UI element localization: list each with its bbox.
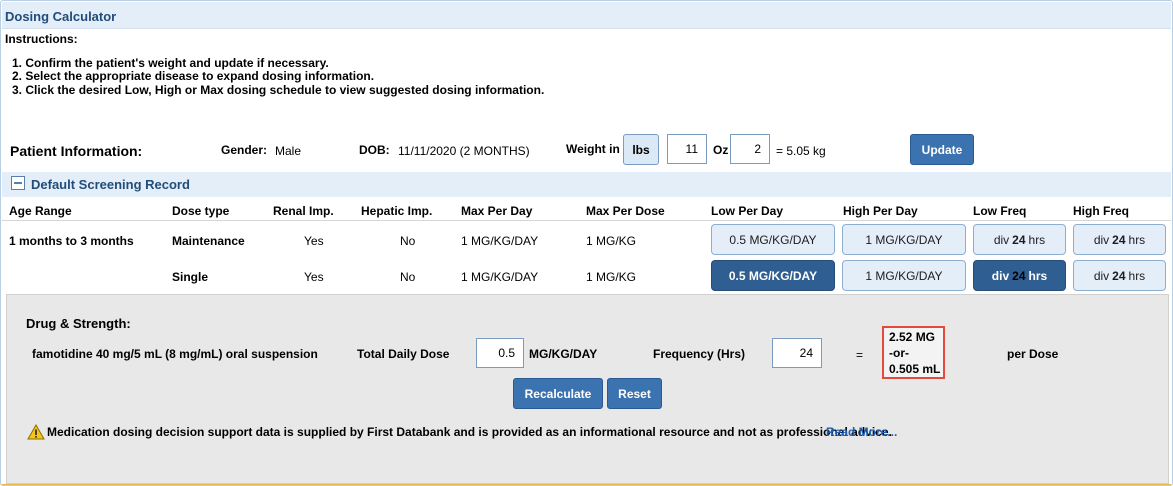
weight-kg-value: = 5.05 kg [776, 144, 826, 158]
row1-low-freq-button[interactable]: div 24 hrs [973, 224, 1066, 255]
record-title[interactable]: Default Screening Record [31, 177, 190, 192]
col-age-range: Age Range [9, 204, 72, 218]
dose-unit-label: MG/KG/DAY [529, 347, 598, 361]
instruction-step-2: 2. Select the appropriate disease to exp… [12, 69, 375, 83]
row1-renal: Yes [304, 234, 324, 248]
header-divider [2, 220, 1171, 221]
title-bar [2, 2, 1171, 29]
row2-max-per-day: 1 MG/KG/DAY [461, 270, 539, 284]
row1-dose-type: Maintenance [172, 234, 245, 248]
drug-name: famotidine 40 mg/5 mL (8 mg/mL) oral sus… [32, 347, 318, 361]
row2-high-freq-button[interactable]: div 24 hrs [1073, 260, 1166, 291]
total-daily-dose-label: Total Daily Dose [357, 347, 450, 361]
freq-number: 24 [1012, 232, 1026, 247]
gender-label: Gender: [221, 143, 268, 157]
minus-square-icon[interactable] [11, 176, 25, 190]
equals-sign: = [856, 348, 864, 362]
row1-max-per-dose: 1 MG/KG [586, 234, 637, 248]
reset-button[interactable]: Reset [607, 378, 662, 409]
disclaimer-text: Medication dosing decision support data … [47, 425, 892, 439]
update-button[interactable]: Update [910, 134, 974, 165]
col-renal: Renal Imp. [273, 204, 334, 218]
instructions-label: Instructions: [5, 32, 78, 46]
weight-label: Weight in [566, 142, 620, 156]
row1-age-range: 1 months to 3 months [9, 234, 134, 248]
weight-unit-button[interactable]: lbs [623, 134, 659, 165]
instruction-step-3: 3. Click the desired Low, High or Max do… [12, 83, 545, 97]
row2-max-per-dose: 1 MG/KG [586, 270, 637, 284]
freq-number: 24 [1112, 232, 1126, 247]
col-max-per-day: Max Per Day [461, 204, 533, 218]
freq-prefix: div [1093, 232, 1110, 247]
warning-triangle-icon [27, 424, 45, 440]
frequency-input[interactable] [772, 338, 822, 368]
dob-label: DOB: [359, 143, 390, 157]
result-mg: 2.52 MG [889, 330, 936, 344]
freq-suffix: hrs [1128, 268, 1146, 283]
total-daily-dose-input[interactable] [476, 338, 524, 368]
read-more-link[interactable]: Read More... [826, 425, 897, 439]
row2-renal: Yes [304, 270, 324, 284]
patient-info-label: Patient Information: [10, 143, 143, 159]
freq-prefix: div [1093, 268, 1110, 283]
drug-strength-label: Drug & Strength: [26, 316, 131, 331]
result-ml: 0.505 mL [889, 362, 941, 376]
col-hepatic: Hepatic Imp. [361, 204, 433, 218]
row2-high-per-day-button[interactable]: 1 MG/KG/DAY [842, 260, 966, 291]
row2-hepatic: No [400, 270, 416, 284]
per-dose-label: per Dose [1007, 347, 1059, 361]
dob-value: 11/11/2020 (2 MONTHS) [398, 144, 530, 158]
dose-result-box: 2.52 MG -or- 0.505 mL [882, 326, 945, 379]
row1-hepatic: No [400, 234, 416, 248]
freq-suffix: hrs [1028, 268, 1048, 283]
row2-dose-type: Single [172, 270, 209, 284]
result-or: -or- [889, 346, 909, 360]
row2-low-per-day-button[interactable]: 0.5 MG/KG/DAY [711, 260, 835, 291]
freq-prefix: div [991, 268, 1010, 283]
row1-high-per-day-button[interactable]: 1 MG/KG/DAY [842, 224, 966, 255]
freq-number: 24 [1012, 268, 1026, 283]
instruction-step-1: 1. Confirm the patient's weight and upda… [12, 56, 329, 70]
weight-lbs-input[interactable] [667, 134, 707, 164]
frequency-label: Frequency (Hrs) [653, 347, 746, 361]
freq-suffix: hrs [1028, 232, 1046, 247]
page-title: Dosing Calculator [5, 9, 117, 24]
col-max-per-dose: Max Per Dose [586, 204, 665, 218]
row2-low-freq-button[interactable]: div 24 hrs [973, 260, 1066, 291]
weight-oz-input[interactable] [730, 134, 770, 164]
col-low-freq: Low Freq [973, 204, 1027, 218]
row1-low-per-day-button[interactable]: 0.5 MG/KG/DAY [711, 224, 835, 255]
col-dose-type: Dose type [172, 204, 230, 218]
col-high-freq: High Freq [1073, 204, 1129, 218]
recalculate-button[interactable]: Recalculate [513, 378, 603, 409]
dosing-calculator-window: Dosing Calculator Instructions: 1. Confi… [0, 0, 1173, 486]
col-low-per-day: Low Per Day [711, 204, 784, 218]
row1-high-freq-button[interactable]: div 24 hrs [1073, 224, 1166, 255]
freq-suffix: hrs [1128, 232, 1146, 247]
freq-prefix: div [993, 232, 1010, 247]
row1-max-per-day: 1 MG/KG/DAY [461, 234, 539, 248]
gender-value: Male [275, 144, 302, 158]
freq-number: 24 [1112, 268, 1126, 283]
col-high-per-day: High Per Day [843, 204, 918, 218]
oz-label: Oz [713, 143, 729, 157]
